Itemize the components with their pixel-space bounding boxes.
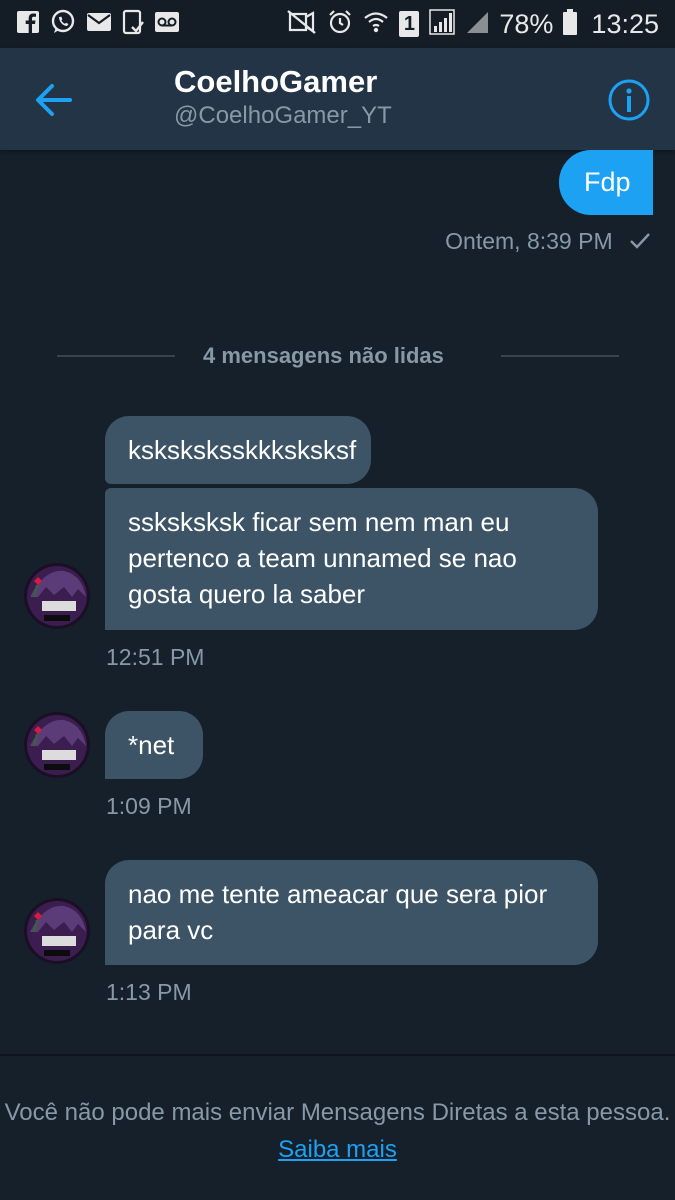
- notice-text: Você não pode mais enviar Mensagens Dire…: [4, 1099, 671, 1126]
- conversation-header: CoelhoGamer @CoelhoGamer_YT: [0, 48, 675, 150]
- signal-icon: [429, 8, 456, 40]
- read-check-icon: [630, 233, 650, 249]
- received-message[interactable]: *net: [105, 711, 203, 779]
- notification-icons: [16, 9, 180, 40]
- info-button[interactable]: [607, 78, 651, 122]
- message-timestamp: 1:13 PM: [106, 979, 192, 1005]
- sent-message-text: Fdp: [584, 167, 631, 197]
- voicemail-icon: [154, 11, 180, 38]
- received-message-text: nao me tente ameacar que sera pior para …: [128, 879, 548, 945]
- message-list[interactable]: Fdp Ontem, 8:39 PM 4 mensagens não lidas…: [0, 150, 675, 1055]
- sent-meta: Ontem, 8:39 PM: [445, 228, 651, 255]
- battery-percent: 78%: [499, 8, 554, 39]
- status-bar: 1 78% 13:25: [0, 0, 675, 48]
- unread-divider: 4 mensagens não lidas: [203, 343, 444, 368]
- clock: 13:25: [591, 8, 659, 39]
- alarm-icon: [327, 9, 353, 40]
- message-timestamp: 1:09 PM: [106, 793, 192, 819]
- avatar[interactable]: [24, 898, 90, 964]
- received-message-text: *net: [128, 730, 175, 760]
- back-button[interactable]: [34, 82, 74, 118]
- title-block[interactable]: CoelhoGamer @CoelhoGamer_YT: [174, 64, 392, 132]
- learn-more-link[interactable]: Saiba mais: [278, 1136, 397, 1163]
- sent-message[interactable]: Fdp: [559, 150, 653, 215]
- wifi-icon: [363, 9, 389, 40]
- nfc-icon: [287, 9, 317, 40]
- battery-icon: [563, 8, 578, 40]
- avatar[interactable]: [24, 563, 90, 629]
- received-message-text: ksksksksskkksksksf: [128, 435, 357, 465]
- received-message[interactable]: nao me tente ameacar que sera pior para …: [105, 860, 598, 965]
- back-arrow-icon: [36, 84, 72, 116]
- signal-icon-2: [465, 10, 489, 39]
- facebook-icon: [16, 10, 40, 39]
- avatar[interactable]: [24, 712, 90, 778]
- message-timestamp: 12:51 PM: [106, 644, 205, 670]
- received-message[interactable]: ksksksksskkksksksf: [105, 416, 371, 484]
- contact-handle: @CoelhoGamer_YT: [174, 102, 392, 129]
- info-icon: [608, 79, 650, 121]
- divider-line-right: [501, 355, 619, 357]
- dm-blocked-notice: Você não pode mais enviar Mensagens Dire…: [0, 1054, 675, 1200]
- received-message[interactable]: ssksksksk ficar sem nem man eu pertenco …: [105, 488, 598, 630]
- divider-line-left: [57, 355, 175, 357]
- mail-icon: [86, 12, 112, 37]
- clipboard-check-icon: [122, 9, 144, 40]
- received-message-text: ssksksksk ficar sem nem man eu pertenco …: [128, 507, 517, 609]
- whatsapp-icon: [50, 9, 76, 40]
- system-icons: 1 78% 13:25: [287, 8, 659, 40]
- sent-timestamp: Ontem, 8:39 PM: [445, 228, 613, 254]
- contact-name: CoelhoGamer: [174, 64, 378, 99]
- sim-icon: 1: [399, 11, 420, 37]
